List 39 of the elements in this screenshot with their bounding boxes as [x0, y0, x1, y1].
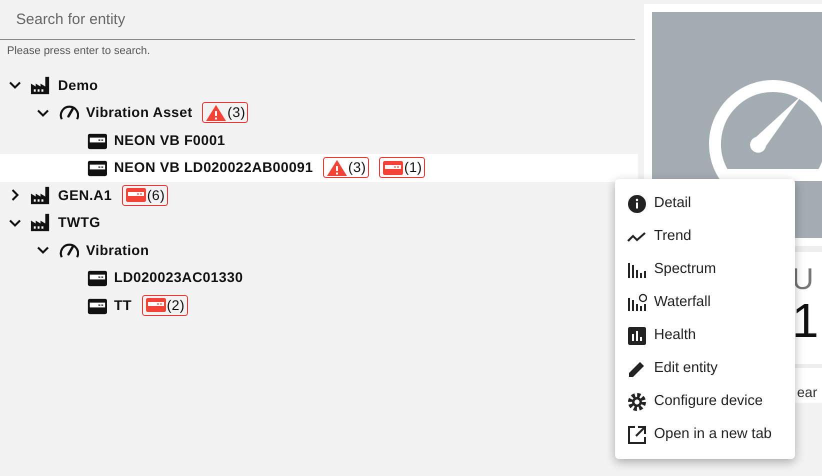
- search-hint: Please press enter to search.: [6, 44, 152, 59]
- tree-label: GEN.A1: [58, 186, 112, 205]
- warning-icon: [205, 104, 228, 122]
- settings-icon: [627, 392, 647, 412]
- card-value: 1: [792, 298, 820, 346]
- tree-label: Vibration Asset: [86, 103, 192, 122]
- device-icon: [144, 296, 167, 314]
- factory-icon: [30, 184, 51, 206]
- tree-label: NEON VB F0001: [114, 130, 226, 150]
- tree-label: NEON VB LD020022AB00091: [114, 158, 314, 178]
- tree-label: TT: [114, 296, 132, 315]
- menu-item[interactable]: Edit entity: [615, 352, 795, 385]
- factory-icon: [30, 212, 51, 234]
- tree-label: Vibration: [86, 240, 150, 260]
- external-link-icon: [627, 424, 647, 444]
- warning-icon: [326, 158, 348, 177]
- device-icon: [124, 186, 147, 204]
- waterfall-icon: [627, 292, 647, 312]
- status-badge: (2): [142, 294, 188, 316]
- info-icon: [627, 194, 647, 214]
- device-icon: [382, 158, 404, 177]
- tree-item[interactable]: NEON VB F0001: [0, 126, 638, 154]
- menu-item[interactable]: Configure device: [615, 385, 795, 418]
- status-badge: (3): [202, 102, 248, 124]
- menu-item[interactable]: Open in a new tab: [615, 418, 795, 451]
- tree-item[interactable]: NEON VB LD020022AB00091 (3) (1): [0, 154, 638, 182]
- search-field[interactable]: Search for entity: [0, 0, 635, 40]
- factory-icon: [30, 74, 51, 96]
- status-badge: (1): [379, 157, 426, 178]
- bar-chart-icon: [627, 326, 647, 346]
- tree-label: Demo: [58, 76, 98, 95]
- status-badge: (3): [323, 157, 370, 178]
- tree-label: LD020023AC01330: [114, 268, 244, 288]
- tree-item[interactable]: Vibration Asset (3): [0, 99, 638, 126]
- card-caption: ear: [797, 384, 818, 400]
- status-badge: (6): [122, 184, 168, 206]
- tree-item[interactable]: Demo: [0, 72, 638, 99]
- tree-label: TWTG: [58, 213, 100, 232]
- menu-item[interactable]: Health: [615, 319, 795, 352]
